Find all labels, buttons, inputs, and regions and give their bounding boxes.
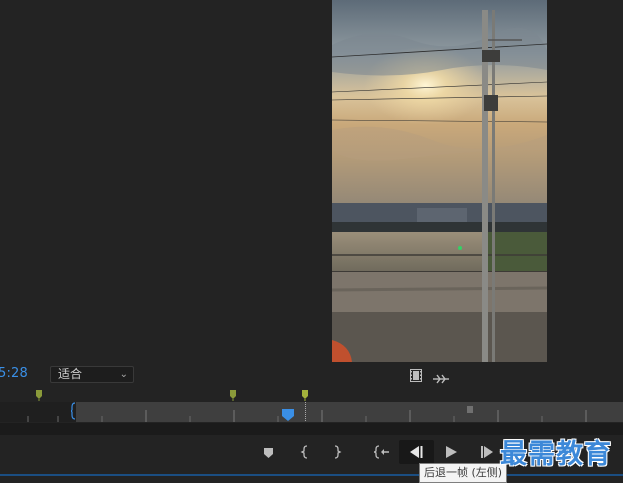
play-icon xyxy=(446,446,457,458)
add-marker-button[interactable] xyxy=(263,443,274,461)
zoom-level-select[interactable]: 适合 ⌄ xyxy=(50,366,134,383)
marker-icon[interactable] xyxy=(230,390,236,401)
go-to-in-icon xyxy=(373,445,389,459)
mark-out-icon xyxy=(334,445,342,459)
zoom-level-value: 适合 xyxy=(58,367,83,381)
step-back-tooltip: 后退一帧 (左侧) xyxy=(419,463,508,483)
program-monitor: 5:28 适合 ⌄ 后退一帧 (左侧) 最需教育 xyxy=(0,0,623,483)
marker-guide-line xyxy=(305,402,307,421)
video-preview-image xyxy=(332,0,547,362)
mark-in-button[interactable] xyxy=(300,443,310,461)
chevron-down-icon: ⌄ xyxy=(119,369,128,380)
playhead-icon[interactable] xyxy=(282,409,294,421)
marker-icon xyxy=(264,448,273,458)
go-to-in-button[interactable] xyxy=(373,443,390,461)
in-point-bracket-icon[interactable] xyxy=(71,402,77,420)
panel-focus-line xyxy=(0,474,623,476)
time-ruler-ticks xyxy=(27,410,587,422)
export-frame-button[interactable] xyxy=(410,367,422,382)
step-back-icon xyxy=(410,446,423,458)
mark-in-icon xyxy=(300,445,308,459)
playhead-timecode[interactable]: 5:28 xyxy=(0,366,28,381)
film-strip-icon xyxy=(410,369,422,382)
mark-out-button[interactable] xyxy=(332,443,342,461)
step-back-button[interactable] xyxy=(399,440,434,464)
zoom-handle-icon[interactable] xyxy=(467,406,473,413)
watermark-logo: 最需教育 xyxy=(500,439,612,470)
marker-icon[interactable] xyxy=(36,390,42,401)
step-forward-icon xyxy=(481,446,493,458)
settings-button[interactable] xyxy=(433,369,449,384)
video-frame xyxy=(332,0,547,362)
step-forward-button[interactable] xyxy=(480,443,494,461)
settings-wrench-icon xyxy=(433,374,449,384)
play-button[interactable] xyxy=(444,443,458,461)
marker-icon[interactable] xyxy=(302,390,308,401)
